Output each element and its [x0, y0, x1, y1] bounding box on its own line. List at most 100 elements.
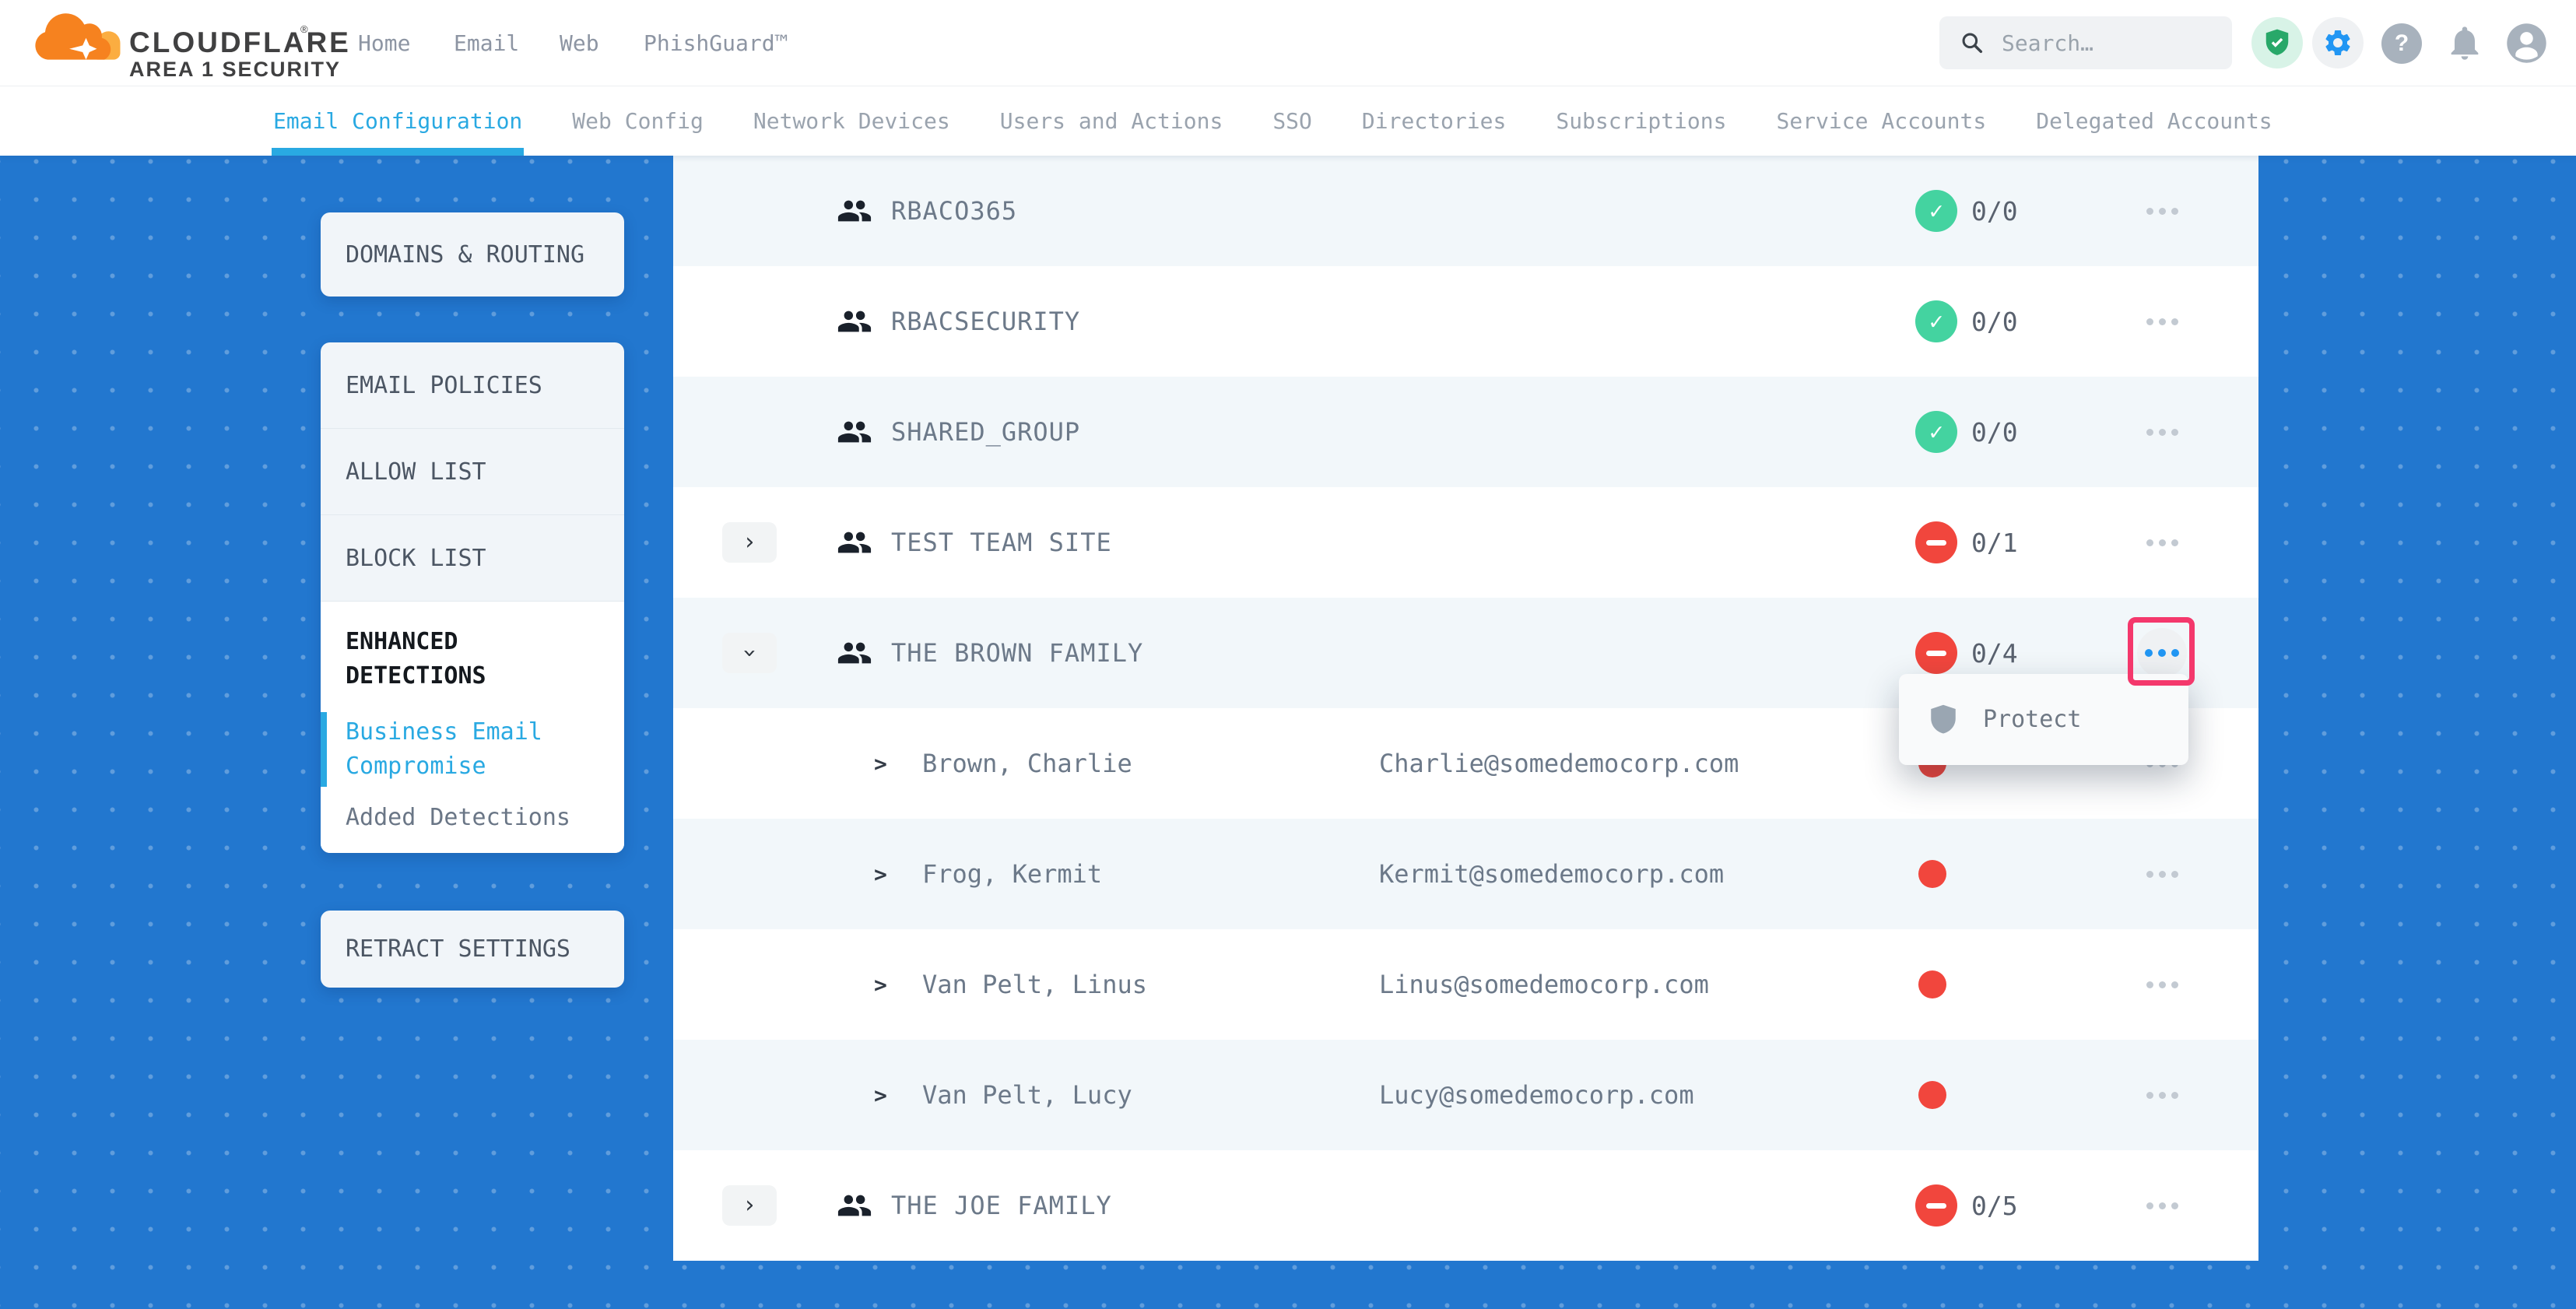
- tab-bar: Email Configuration Web Config Network D…: [0, 86, 2576, 156]
- group-icon: [837, 635, 872, 671]
- row-menu-button[interactable]: [2134, 377, 2190, 487]
- cloudflare-logo: CLOUDFLARE ® AREA 1 SECURITY: [34, 3, 361, 84]
- table-row-group-test-team-site: › TEST TEAM SITE 0/1: [673, 487, 2258, 598]
- group-name: RBACO365: [891, 156, 1017, 266]
- nav-item-web[interactable]: Web: [560, 0, 599, 86]
- search-icon: [1960, 30, 1985, 55]
- row-menu-button[interactable]: [2134, 487, 2190, 598]
- expand-row-button[interactable]: ›: [722, 1185, 777, 1226]
- sidebar-item-allow-list[interactable]: ALLOW LIST: [321, 429, 624, 515]
- tab-delegated-accounts[interactable]: Delegated Accounts: [2036, 86, 2272, 156]
- page: CLOUDFLARE ® AREA 1 SECURITY Home Email …: [0, 0, 2576, 1309]
- nav-item-email[interactable]: Email: [454, 0, 519, 86]
- group-name: SHARED_GROUP: [891, 377, 1080, 487]
- protected-count: 0/1: [1971, 487, 2018, 598]
- brand-name: CLOUDFLARE: [129, 26, 351, 59]
- row-menu-button[interactable]: [2134, 266, 2190, 377]
- context-menu-item-protect[interactable]: Protect: [1983, 706, 2081, 733]
- row-menu-button[interactable]: [2134, 819, 2190, 929]
- protected-count: 0/5: [1971, 1150, 2018, 1261]
- status-allowed-icon: [1915, 411, 1957, 453]
- group-name: TEST TEAM SITE: [891, 487, 1112, 598]
- sidebar-item-block-list[interactable]: BLOCK LIST: [321, 515, 624, 602]
- sidebar-item-added-detections[interactable]: Added Detections: [346, 804, 599, 831]
- chevron-right-icon: ›: [742, 531, 756, 554]
- collapse-row-button[interactable]: ›: [722, 633, 777, 673]
- user-email: Linus@somedemocorp.com: [1379, 929, 1709, 1040]
- row-menu-button[interactable]: [2134, 929, 2190, 1040]
- group-name: THE JOE FAMILY: [891, 1150, 1112, 1261]
- group-icon: [837, 304, 872, 339]
- chevron-down-icon: ›: [738, 646, 761, 660]
- registered-mark: ®: [300, 23, 308, 35]
- sidebar-policies-card: EMAIL POLICIES ALLOW LIST BLOCK LIST ENH…: [321, 342, 624, 853]
- settings-gear-icon[interactable]: [2312, 17, 2364, 68]
- notifications-bell-icon[interactable]: [2442, 20, 2487, 65]
- nav-item-phishguard[interactable]: PhishGuard™: [644, 0, 788, 86]
- shield-icon: [1927, 704, 1960, 736]
- table-row-group-rbacsecurity: RBACSECURITY 0/0: [673, 266, 2258, 377]
- tab-subscriptions[interactable]: Subscriptions: [1556, 86, 1726, 156]
- table-row-group-rbaco365: RBACO365 0/0: [673, 156, 2258, 266]
- user-name: Van Pelt, Lucy: [922, 1040, 1132, 1150]
- user-email: Charlie@somedemocorp.com: [1379, 708, 1739, 819]
- table-row-user-van-pelt-linus: > Van Pelt, Linus Linus@somedemocorp.com: [673, 929, 2258, 1040]
- sidebar-section-enhanced-detections: ENHANCED DETECTIONS Business Email Compr…: [321, 602, 624, 853]
- group-icon: [837, 525, 872, 560]
- tab-service-accounts[interactable]: Service Accounts: [1777, 86, 1987, 156]
- chevron-right-icon: >: [874, 708, 887, 819]
- status-blocked-icon: [1915, 1184, 1957, 1227]
- row-menu-button[interactable]: [2134, 156, 2190, 266]
- table-row-group-the-joe-family: › THE JOE FAMILY 0/5: [673, 1150, 2258, 1261]
- protected-count: 0/0: [1971, 377, 2018, 487]
- tab-network-devices[interactable]: Network Devices: [753, 86, 950, 156]
- group-icon: [837, 193, 872, 229]
- table-row-user-van-pelt-lucy: > Van Pelt, Lucy Lucy@somedemocorp.com: [673, 1040, 2258, 1150]
- row-menu-button[interactable]: [2134, 1150, 2190, 1261]
- chevron-right-icon: >: [874, 1040, 887, 1150]
- sidebar-item-retract-settings[interactable]: RETRACT SETTINGS: [321, 911, 624, 988]
- protected-count: 0/0: [1971, 266, 2018, 377]
- enhanced-detections-title[interactable]: ENHANCED DETECTIONS: [346, 625, 599, 693]
- sidebar-item-email-policies[interactable]: EMAIL POLICIES: [321, 342, 624, 429]
- group-icon: [837, 414, 872, 450]
- sidebar-item-business-email-compromise[interactable]: Business Email Compromise: [321, 712, 599, 787]
- tab-email-configuration[interactable]: Email Configuration: [273, 86, 522, 156]
- user-name: Frog, Kermit: [922, 819, 1102, 929]
- user-name: Van Pelt, Linus: [922, 929, 1147, 1040]
- help-icon[interactable]: ?: [2381, 23, 2422, 64]
- shield-check-icon[interactable]: [2251, 17, 2303, 68]
- status-blocked-icon: [1915, 632, 1957, 674]
- user-email: Kermit@somedemocorp.com: [1379, 819, 1724, 929]
- expand-row-button[interactable]: ›: [722, 522, 777, 563]
- account-icon[interactable]: [2505, 22, 2548, 65]
- status-blocked-dot: [1918, 860, 1946, 888]
- context-menu: Protect: [1899, 674, 2188, 765]
- user-name: Brown, Charlie: [922, 708, 1132, 819]
- nav-item-home[interactable]: Home: [358, 0, 410, 86]
- status-allowed-icon: [1915, 300, 1957, 342]
- status-allowed-icon: [1915, 190, 1957, 232]
- app-header: CLOUDFLARE ® AREA 1 SECURITY Home Email …: [0, 0, 2576, 86]
- status-blocked-icon: [1915, 521, 1957, 563]
- row-menu-button-open[interactable]: [2137, 628, 2187, 678]
- tab-directories[interactable]: Directories: [1362, 86, 1506, 156]
- sidebar-item-domains-routing[interactable]: DOMAINS & ROUTING: [321, 212, 624, 297]
- chevron-right-icon: ›: [742, 1194, 756, 1217]
- tab-web-config[interactable]: Web Config: [572, 86, 704, 156]
- status-blocked-dot: [1918, 1081, 1946, 1109]
- search-input[interactable]: [2000, 30, 2213, 57]
- row-menu-button[interactable]: [2134, 1040, 2190, 1150]
- status-blocked-dot: [1918, 970, 1946, 998]
- search-box[interactable]: [1939, 16, 2232, 69]
- table-row-group-shared-group: SHARED_GROUP 0/0: [673, 377, 2258, 487]
- chevron-right-icon: >: [874, 929, 887, 1040]
- brand-subtitle: AREA 1 SECURITY: [129, 58, 341, 82]
- tab-users-and-actions[interactable]: Users and Actions: [1000, 86, 1223, 156]
- group-name: RBACSECURITY: [891, 266, 1080, 377]
- user-email: Lucy@somedemocorp.com: [1379, 1040, 1694, 1150]
- table-row-user-frog-kermit: > Frog, Kermit Kermit@somedemocorp.com: [673, 819, 2258, 929]
- tab-sso[interactable]: SSO: [1272, 86, 1312, 156]
- group-icon: [837, 1188, 872, 1223]
- protected-count: 0/0: [1971, 156, 2018, 266]
